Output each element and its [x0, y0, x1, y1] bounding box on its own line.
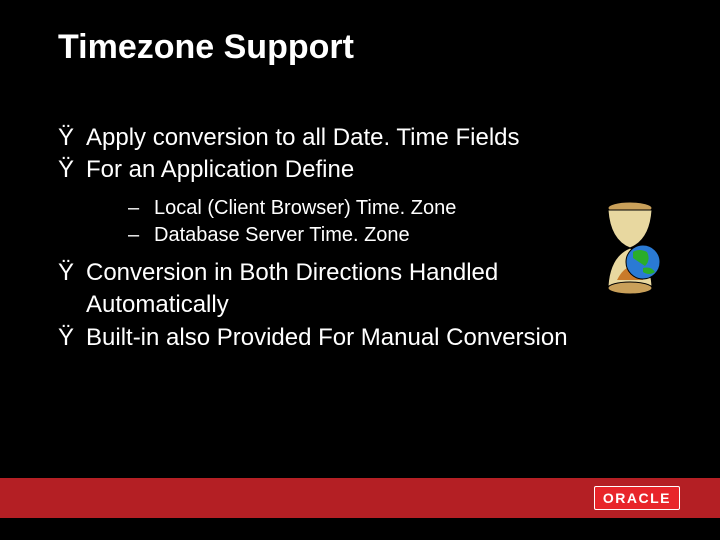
bullet-text: Apply conversion to all Date. Time Field…: [86, 122, 520, 154]
bullet-item: Ÿ Apply conversion to all Date. Time Fie…: [58, 122, 660, 154]
oracle-logo-text: ORACLE: [594, 486, 680, 510]
sub-bullet-text: Database Server Time. Zone: [154, 222, 410, 249]
sub-bullet-mark: –: [128, 222, 154, 249]
bullet-item: Ÿ Built-in also Provided For Manual Conv…: [58, 322, 660, 354]
bullet-text: Conversion in Both Directions Handled: [86, 257, 498, 289]
bullet-mark: Ÿ: [58, 322, 86, 354]
oracle-logo: ORACLE: [594, 484, 680, 512]
bullet-item-continue: Automatically: [58, 289, 660, 321]
bullet-item: Ÿ Conversion in Both Directions Handled: [58, 257, 660, 289]
sub-bullet-text: Local (Client Browser) Time. Zone: [154, 195, 456, 222]
bullet-mark: Ÿ: [58, 122, 86, 154]
sub-bullet-mark: –: [128, 195, 154, 222]
hourglass-globe-icon: [595, 200, 665, 295]
bullet-text: Built-in also Provided For Manual Conver…: [86, 322, 568, 354]
bullet-item: Ÿ For an Application Define: [58, 154, 660, 186]
sub-bullet-item: – Database Server Time. Zone: [128, 222, 660, 249]
bullet-mark: Ÿ: [58, 257, 86, 289]
bullet-text: Automatically: [86, 289, 229, 321]
sub-bullet-item: – Local (Client Browser) Time. Zone: [128, 195, 660, 222]
slide-title: Timezone Support: [0, 0, 720, 67]
bullet-text: For an Application Define: [86, 154, 354, 186]
sub-bullet-group: – Local (Client Browser) Time. Zone – Da…: [58, 187, 660, 257]
slide: Timezone Support Ÿ Apply conversion to a…: [0, 0, 720, 540]
bullet-mark: Ÿ: [58, 154, 86, 186]
